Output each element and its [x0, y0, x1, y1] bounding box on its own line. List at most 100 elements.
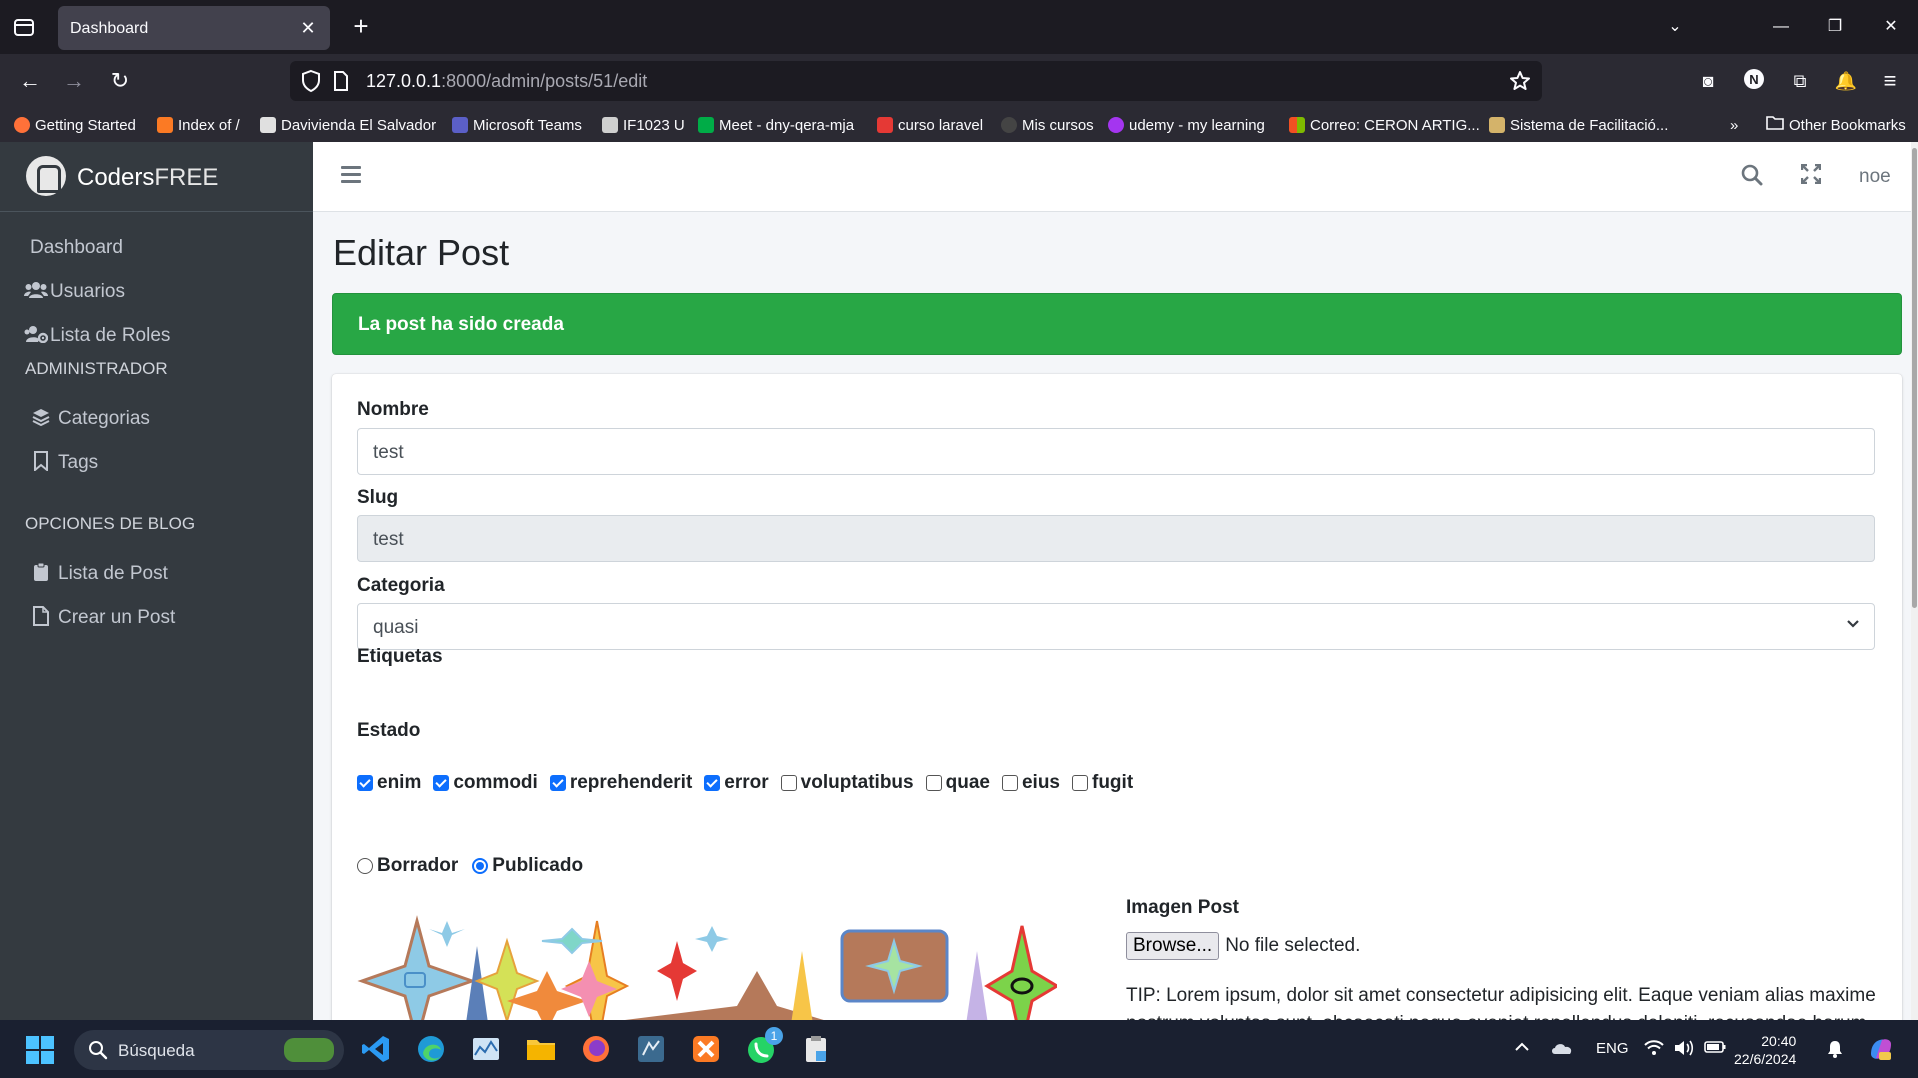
tag-checkbox[interactable]: fugit [1072, 772, 1133, 794]
tag-checkbox[interactable]: eius [1001, 772, 1060, 794]
reload-icon[interactable]: ↻ [106, 67, 134, 95]
chevron-up-icon[interactable] [1514, 1040, 1530, 1057]
extensions-icon[interactable]: ⧉ [1786, 67, 1814, 95]
estado-radio-publicado[interactable]: Publicado [472, 855, 583, 877]
whatsapp-badge: 1 [765, 1027, 783, 1045]
bookmark-item[interactable]: Getting Started [14, 114, 136, 136]
bookmark-item[interactable]: Microsoft Teams [452, 114, 582, 136]
brand-link[interactable]: CodersFREE [0, 142, 313, 212]
sidebar-item-categorias[interactable]: Categorias [18, 396, 298, 442]
bookmark-item[interactable]: Davivienda El Salvador [260, 114, 436, 136]
system-clock[interactable]: 20:40 22/6/2024 [1734, 1032, 1796, 1068]
clipboard-app-icon[interactable] [800, 1033, 832, 1065]
checkbox-unchecked[interactable] [1072, 775, 1088, 791]
taskbar-search[interactable]: Búsqueda [74, 1030, 344, 1070]
radio-unchecked[interactable] [357, 858, 373, 874]
bookmark-item[interactable]: Index of / [157, 114, 240, 136]
edge-icon[interactable] [415, 1033, 447, 1065]
bookmark-star-icon[interactable] [1508, 69, 1532, 98]
bookmark-item[interactable]: curso laravel [877, 114, 983, 136]
bookmark-item[interactable]: Sistema de Facilitació... [1489, 114, 1668, 136]
bookmark-item[interactable]: Correo: CERON ARTIG... [1289, 114, 1480, 136]
account-icon[interactable]: N [1740, 67, 1768, 95]
folder-icon [1766, 115, 1784, 135]
checkbox-unchecked[interactable] [925, 775, 942, 791]
task-manager-icon[interactable] [470, 1033, 502, 1065]
bookmark-label: Getting Started [35, 116, 136, 134]
more-bookmarks-icon[interactable]: » [1730, 114, 1738, 136]
forward-icon[interactable]: → [60, 67, 88, 95]
bookmark-item[interactable]: Meet - dny-qera-mja [698, 114, 854, 136]
hamburger-menu-icon[interactable] [341, 166, 361, 184]
whatsapp-icon[interactable]: 1 [745, 1027, 783, 1065]
sidebar-item-lista-post[interactable]: Lista de Post [18, 551, 298, 597]
copilot-icon[interactable] [1866, 1034, 1896, 1068]
tag-checkbox[interactable]: quae [925, 772, 990, 794]
bookmark-label: Microsoft Teams [473, 116, 582, 134]
shield-icon[interactable] [300, 69, 322, 98]
radio-checked[interactable] [472, 858, 489, 874]
onedrive-icon[interactable] [1550, 1040, 1574, 1060]
success-alert: La post ha sido creada [332, 293, 1902, 355]
url-bar[interactable]: 127.0.0.1:8000/admin/posts/51/edit [290, 61, 1542, 101]
battery-icon[interactable] [1704, 1040, 1726, 1058]
tag-checkbox[interactable]: commodi [433, 772, 538, 794]
tag-checkbox[interactable]: reprehenderit [549, 772, 692, 794]
tab-close-icon[interactable]: ✕ [296, 16, 320, 40]
fullscreen-icon[interactable] [1798, 163, 1824, 190]
checkbox-checked[interactable] [549, 775, 566, 791]
restore-icon[interactable]: ❐ [1820, 14, 1850, 40]
file-input: Browse... No file selected. [1126, 932, 1360, 960]
nombre-input[interactable]: test [357, 428, 1875, 475]
tag-label: quae [945, 772, 990, 793]
new-tab-icon[interactable]: + [348, 13, 374, 40]
xampp-icon[interactable] [690, 1033, 722, 1065]
tag-label: enim [377, 772, 422, 793]
clock-time: 20:40 [1761, 1033, 1797, 1049]
tag-checkbox[interactable]: error [704, 772, 769, 794]
bookmark-item[interactable]: IF1023 U [602, 114, 685, 136]
checkbox-checked[interactable] [433, 775, 450, 791]
mysql-workbench-icon[interactable] [635, 1033, 667, 1065]
language-indicator[interactable]: ENG [1596, 1040, 1629, 1057]
bookmark-label: curso laravel [898, 116, 984, 134]
user-menu[interactable]: noe [1859, 166, 1891, 188]
sidebar-item-roles[interactable]: Lista de Roles [18, 313, 298, 359]
sidebar-item-tags[interactable]: Tags [18, 440, 298, 486]
notification-extension-icon[interactable]: 🔔 [1832, 67, 1860, 95]
minimize-icon[interactable]: — [1766, 14, 1796, 40]
bookmark-item[interactable]: udemy - my learning [1108, 114, 1265, 136]
tab-dashboard[interactable]: Dashboard ✕ [58, 6, 330, 50]
bookmark-item[interactable]: Mis cursos [1001, 114, 1094, 136]
sidebar-item-crear-post[interactable]: Crear un Post [18, 595, 298, 641]
vscode-icon[interactable] [360, 1033, 392, 1065]
checkbox-unchecked[interactable] [780, 775, 797, 791]
tag-checkbox[interactable]: enim [357, 772, 421, 794]
back-icon[interactable]: ← [16, 67, 44, 95]
estado-radio-borrador[interactable]: Borrador [357, 855, 458, 877]
tag-checkbox[interactable]: voluptatibus [780, 772, 914, 794]
checkbox-checked[interactable] [357, 775, 373, 791]
browse-button[interactable]: Browse... [1126, 932, 1220, 960]
window-close-icon[interactable]: ✕ [1876, 14, 1906, 40]
page-scrollbar-thumb[interactable] [1912, 148, 1917, 608]
categoria-select[interactable]: quasi [357, 603, 1875, 650]
tab-list-icon[interactable] [12, 16, 36, 38]
other-bookmarks[interactable]: Other Bookmarks [1766, 114, 1906, 136]
pocket-icon[interactable]: ◙ [1694, 67, 1722, 95]
list-all-tabs-icon[interactable]: ⌄ [1660, 14, 1690, 40]
firefox-icon[interactable] [580, 1033, 612, 1065]
sidebar-item-dashboard[interactable]: Dashboard [18, 225, 298, 271]
etiquetas-label: Etiquetas [357, 646, 443, 667]
file-explorer-icon[interactable] [525, 1033, 557, 1065]
sidebar-item-usuarios[interactable]: Usuarios [18, 269, 298, 315]
checkbox-checked[interactable] [704, 775, 721, 791]
search-icon[interactable] [1739, 164, 1765, 190]
notification-bell-icon[interactable] [1826, 1040, 1844, 1062]
menu-icon[interactable]: ≡ [1876, 67, 1904, 95]
windows-start-icon[interactable] [26, 1036, 54, 1064]
page-info-icon[interactable] [332, 70, 350, 97]
checkbox-unchecked[interactable] [1001, 775, 1018, 791]
volume-icon[interactable] [1674, 1040, 1694, 1060]
wifi-icon[interactable] [1644, 1040, 1664, 1060]
